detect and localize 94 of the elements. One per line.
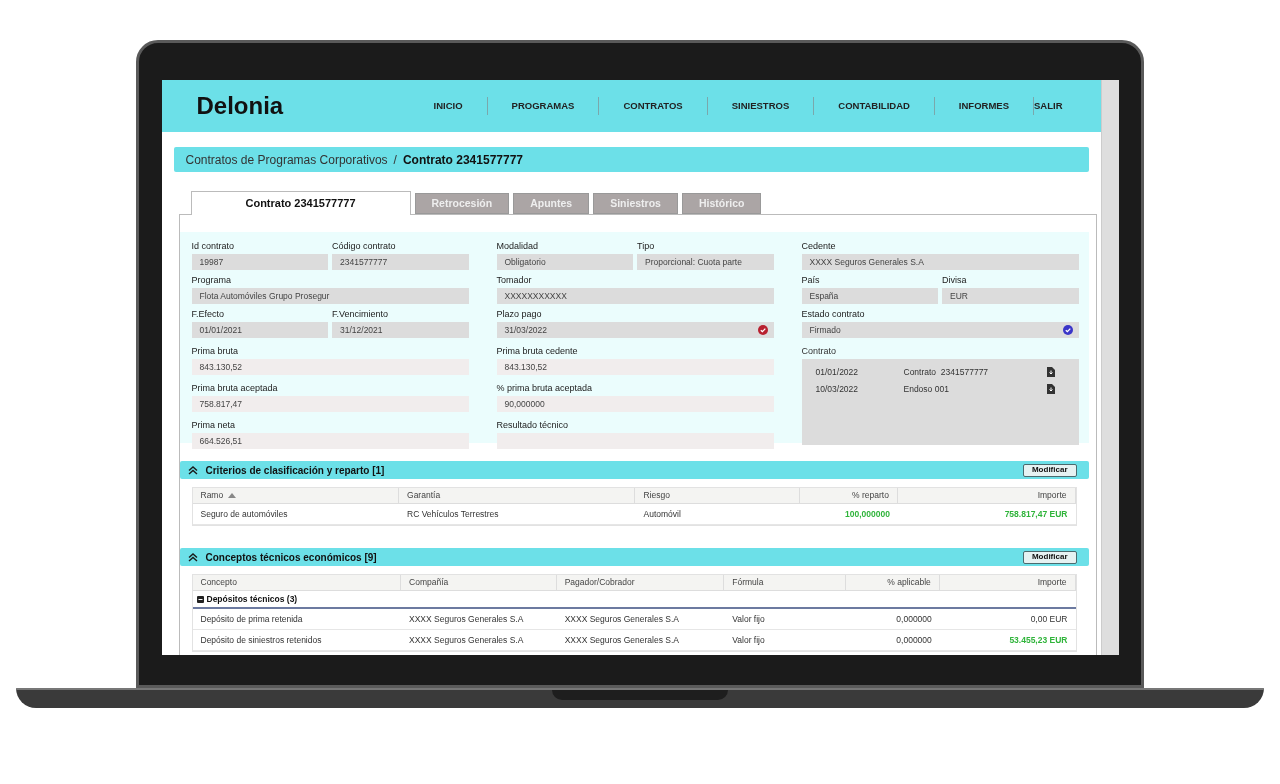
table-cell-text: 0,00 EUR <box>1029 612 1069 626</box>
breadcrumb-separator: / <box>393 151 397 169</box>
table-cell-text: Valor fijo <box>731 633 766 647</box>
field-label: % prima bruta aceptada <box>496 382 594 394</box>
column-header[interactable]: Importe <box>897 488 1076 503</box>
input-field[interactable]: 664.526,51 <box>191 433 469 449</box>
field-label: Prima neta <box>191 419 237 431</box>
collapse-chevrons-icon[interactable] <box>187 552 198 562</box>
field-label: Plazo pago <box>496 308 543 320</box>
table-cell-text: RC Vehículos Terrestres <box>406 507 500 521</box>
tab[interactable]: Contrato 2341577777 <box>190 191 411 215</box>
brand-logo[interactable]: Delonia <box>196 88 410 124</box>
input-field[interactable]: EUR <box>942 288 1079 304</box>
document-date: 01/01/2022 <box>815 365 860 379</box>
field-label: F.Vencimiento <box>332 308 390 320</box>
collapse-chevrons-icon[interactable] <box>187 465 198 475</box>
field-label: Programa <box>191 274 232 286</box>
input-field[interactable]: Proporcional: Cuota parte <box>637 254 774 270</box>
section-title: Criterios de clasificación y reparto [1] <box>205 463 385 478</box>
table-cell-text: Automóvil <box>642 507 682 521</box>
table-cell-text: XXXX Seguros Generales S.A <box>408 633 525 647</box>
field-label: Divisa <box>942 274 968 286</box>
table-cell-text: 53.455,23 EUR <box>1008 633 1069 647</box>
nav-link[interactable]: PROGRAMAS <box>487 98 599 114</box>
breadcrumb-current: Contrato 2341577777 <box>402 151 523 169</box>
field-label: Tomador <box>496 274 533 286</box>
table-cell-text: 100,000000 <box>844 507 891 521</box>
table-cell-text: Depósito de siniestros retenidos <box>199 633 323 647</box>
input-field[interactable]: Firmado <box>801 322 1079 338</box>
column-header[interactable]: Fórmula <box>724 575 846 590</box>
file-download-icon[interactable] <box>1046 367 1055 377</box>
table-cell-text: Seguro de automóviles <box>199 507 289 521</box>
table-cell-text: XXXX Seguros Generales S.A <box>563 612 680 626</box>
input-field[interactable]: XXXX Seguros Generales S.A <box>801 254 1079 270</box>
breadcrumb-link[interactable]: Contratos de Programas Corporativos <box>185 150 388 169</box>
column-header[interactable]: Garantía <box>399 488 636 503</box>
table-cell-text: 0,000000 <box>895 633 933 647</box>
column-header[interactable]: Concepto <box>192 575 401 590</box>
field-label: Estado contrato <box>801 308 866 320</box>
sort-icon <box>228 493 237 498</box>
field-label: Resultado técnico <box>496 419 570 431</box>
input-field[interactable]: 843.130,52 <box>191 359 469 375</box>
nav-link[interactable]: CONTABILIDAD <box>814 98 934 114</box>
column-header[interactable]: Ramo <box>192 488 400 503</box>
column-header[interactable]: Importe <box>939 575 1076 590</box>
modify-button[interactable]: Modificar <box>1022 550 1077 564</box>
modify-button[interactable]: Modificar <box>1022 463 1077 477</box>
input-field[interactable]: Flota Automóviles Grupo Prosegur <box>191 288 469 304</box>
input-field[interactable]: 01/01/2021 <box>191 322 328 338</box>
field-label: Modalidad <box>496 240 540 252</box>
table-cell-text: Valor fijo <box>731 612 766 626</box>
document-date: 10/03/2022 <box>815 382 860 396</box>
table-cell-text: 758.817,47 EUR <box>1003 507 1069 521</box>
scrollbar-track[interactable] <box>1100 80 1119 655</box>
logout-link[interactable]: SALIR <box>1034 98 1063 114</box>
collapse-square-icon[interactable] <box>196 595 204 603</box>
table-cell-text: XXXX Seguros Generales S.A <box>408 612 525 626</box>
table-cell-text: 0,000000 <box>895 612 933 626</box>
field-label: Prima bruta <box>191 345 240 357</box>
document-name: Contrato 2341577777 <box>903 365 989 379</box>
field-label: Tipo <box>637 240 656 252</box>
field-label: Prima bruta aceptada <box>191 382 279 394</box>
column-header[interactable]: Riesgo <box>635 488 801 503</box>
input-field[interactable]: 758.817,47 <box>191 396 469 412</box>
input-field[interactable]: 90,000000 <box>496 396 774 412</box>
group-title: Depósitos técnicos (3) <box>206 592 298 606</box>
column-header[interactable]: Pagador/Cobrador <box>556 575 725 590</box>
input-field[interactable]: España <box>801 288 938 304</box>
input-field[interactable]: XXXXXXXXXXX <box>496 288 774 304</box>
column-header[interactable]: % aplicable <box>846 575 940 590</box>
column-header[interactable]: Compañía <box>401 575 557 590</box>
table-cell-text: Depósito de prima retenida <box>199 612 304 626</box>
input-field[interactable]: 31/12/2021 <box>332 322 469 338</box>
field-label: Código contrato <box>332 240 397 252</box>
section-title: Conceptos técnicos económicos [9] <box>205 550 377 565</box>
nav-link[interactable]: SINIESTROS <box>707 98 814 114</box>
file-download-icon[interactable] <box>1046 384 1055 394</box>
nav-link[interactable]: INFORMES <box>934 98 1033 114</box>
field-label: F.Efecto <box>191 308 225 320</box>
document-name: Endoso 001 <box>903 382 949 396</box>
nav-link[interactable]: INICIO <box>409 98 487 114</box>
column-header[interactable]: % reparto <box>800 488 898 503</box>
field-label: Cedente <box>801 240 837 252</box>
input-field[interactable]: Obligatorio <box>496 254 633 270</box>
input-field[interactable]: 2341577777 <box>332 254 469 270</box>
field-label: Contrato <box>801 345 838 357</box>
nav-link[interactable]: CONTRATOS <box>599 98 707 114</box>
input-field[interactable]: 31/03/2022 <box>496 322 774 338</box>
input-field[interactable]: 843.130,52 <box>496 359 774 375</box>
input-field[interactable]: 19987 <box>191 254 328 270</box>
field-label: Prima bruta cedente <box>496 345 579 357</box>
table-cell-text: XXXX Seguros Generales S.A <box>563 633 680 647</box>
field-label: País <box>801 274 821 286</box>
field-label: Id contrato <box>191 240 236 252</box>
